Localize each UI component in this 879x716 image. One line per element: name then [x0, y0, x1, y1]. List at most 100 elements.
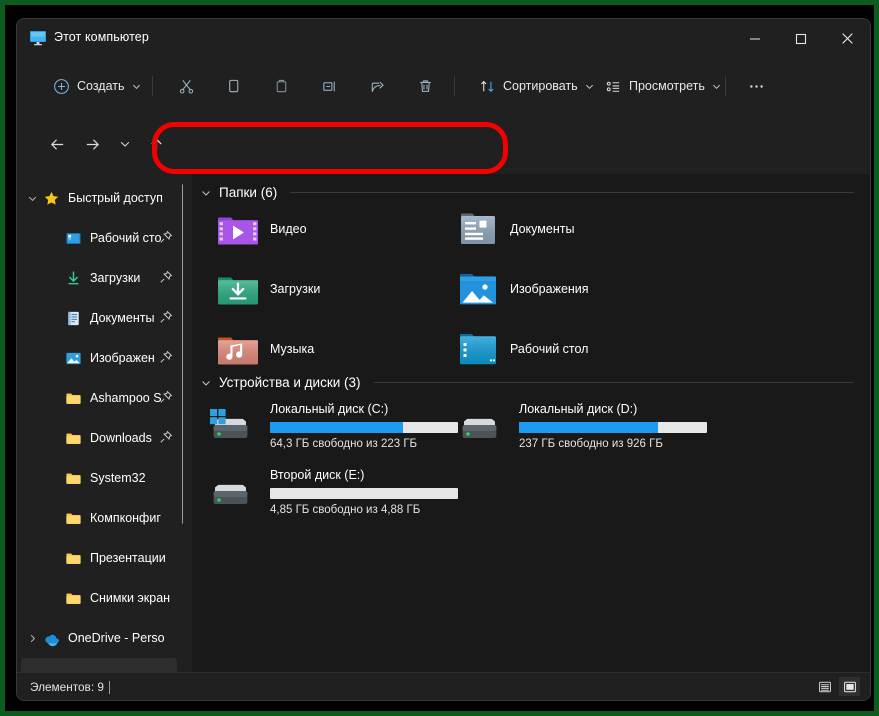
up-button[interactable]	[140, 128, 172, 160]
sidebar-item-9[interactable]: Презентации	[21, 538, 177, 578]
back-button[interactable]	[41, 128, 73, 160]
folder-item[interactable]: Видео	[217, 212, 307, 246]
copy-button[interactable]	[214, 68, 252, 104]
rename-icon	[320, 77, 338, 95]
folder-item-label: Документы	[510, 222, 575, 236]
sidebar-item-0[interactable]: Быстрый доступ	[21, 178, 177, 218]
drive-usage-bar	[270, 422, 458, 433]
chevron-down-icon	[200, 187, 212, 199]
drive-name: Второй диск (E:)	[270, 468, 365, 482]
folder-item[interactable]: Загрузки	[217, 272, 320, 306]
folders-section-header[interactable]: Папки (6)	[200, 185, 854, 200]
drives-section-title: Устройства и диски (3)	[219, 375, 361, 390]
sidebar-item-8[interactable]: Компконфиг	[21, 498, 177, 538]
folder-item[interactable]: Музыка	[217, 332, 314, 366]
share-icon	[368, 77, 386, 95]
sidebar-item-3[interactable]: Документы	[21, 298, 177, 338]
close-button[interactable]	[824, 19, 870, 58]
folder-icon	[66, 513, 81, 524]
recent-locations-button[interactable]	[109, 128, 141, 160]
sidebar-scrollbar-thumb[interactable]	[182, 184, 183, 524]
folder-item-label: Видео	[270, 222, 307, 236]
pictures-icon	[66, 352, 81, 364]
paste-button[interactable]	[262, 68, 300, 104]
sort-button[interactable]: Сортировать	[469, 68, 603, 104]
sidebar-expander[interactable]	[21, 193, 43, 204]
drives-section-header[interactable]: Устройства и диски (3)	[200, 375, 854, 390]
music-folder-icon	[218, 337, 258, 365]
sidebar-item-label: Ashampoo S	[90, 391, 162, 405]
sort-arrows-icon	[478, 77, 496, 95]
sidebar-item-label: Снимки экран	[90, 591, 171, 605]
sidebar-item-1[interactable]: Рабочий сто	[21, 218, 177, 258]
sidebar-item-11[interactable]: OneDrive - Perso	[21, 618, 177, 658]
sidebar-item-5[interactable]: Ashampoo S	[21, 378, 177, 418]
sidebar-item-7[interactable]: System32	[21, 458, 177, 498]
pictures-folder-icon	[460, 274, 496, 305]
sort-button-label: Сортировать	[503, 79, 578, 93]
folder-item-label: Музыка	[270, 342, 315, 356]
pin-icon[interactable]	[159, 430, 173, 444]
sidebar-item-6[interactable]: Downloads	[21, 418, 177, 458]
maximize-button[interactable]	[778, 19, 824, 58]
cut-button[interactable]	[167, 68, 205, 104]
drive-icon	[462, 418, 497, 438]
sidebar-expander[interactable]	[21, 633, 43, 644]
sidebar-item-12[interactable]: Этот компьютер	[21, 658, 177, 672]
drive-usage-bar	[270, 488, 458, 499]
pin-icon[interactable]	[159, 230, 173, 244]
navigation-pane: Быстрый доступ Рабочий сто Загрузки Докумен…	[17, 174, 183, 672]
rename-button[interactable]	[310, 68, 348, 104]
pin-icon[interactable]	[159, 270, 173, 284]
minimize-button[interactable]	[732, 19, 778, 58]
pin-icon[interactable]	[159, 310, 173, 324]
sidebar-item-label: OneDrive - Perso	[68, 631, 165, 645]
drive-free-space-label: 237 ГБ свободно из 926 ГБ	[519, 438, 663, 450]
window-title: Этот компьютер	[54, 30, 149, 44]
drive-usage-fill	[519, 422, 659, 433]
chevron-down-icon[interactable]	[27, 193, 38, 204]
folder-item[interactable]: Документы	[457, 212, 574, 246]
onedrive-icon	[45, 634, 59, 646]
large-icons-view-button[interactable]	[839, 677, 860, 696]
forward-button[interactable]	[76, 128, 108, 160]
chevron-right-icon[interactable]	[27, 633, 38, 644]
sidebar-item-label: Изображен	[90, 351, 155, 365]
more-options-button[interactable]	[735, 68, 777, 104]
command-bar: Создать Сортировать Просмотреть	[17, 58, 870, 114]
folder-icon	[66, 473, 81, 484]
drive-usage-fill	[270, 422, 404, 433]
folder-icon	[66, 593, 81, 604]
drive-free-space-label: 64,3 ГБ свободно из 223 ГБ	[270, 438, 418, 450]
view-button[interactable]: Просмотреть	[595, 68, 730, 104]
folders-section-title: Папки (6)	[219, 185, 278, 200]
folder-item[interactable]: Рабочий стол	[457, 332, 588, 366]
drive-name: Локальный диск (C:)	[270, 402, 389, 416]
section-divider	[290, 192, 854, 193]
sidebar-item-label: Рабочий сто	[90, 231, 162, 245]
navigation-bar: C:\Windows\SystemApps Поиск в: Этот комп…	[17, 114, 870, 258]
details-view-button[interactable]	[814, 677, 835, 696]
sidebar-item-2[interactable]: Загрузки	[21, 258, 177, 298]
ellipsis-icon	[747, 77, 765, 95]
toolbar-separator-2	[454, 76, 455, 96]
sidebar-item-4[interactable]: Изображен	[21, 338, 177, 378]
explorer-body: Быстрый доступ Рабочий сто Загрузки Докумен…	[17, 174, 870, 672]
share-button[interactable]	[358, 68, 396, 104]
sidebar-item-10[interactable]: Снимки экран	[21, 578, 177, 618]
videos-folder-icon	[218, 217, 258, 245]
title-bar: Этот компьютер	[17, 19, 870, 58]
sidebar-item-label: Загрузки	[90, 271, 141, 285]
status-separator	[109, 681, 110, 694]
documents-icon	[68, 311, 79, 325]
pin-icon[interactable]	[159, 390, 173, 404]
desktop-background: Этот компьютер Создать Сортировать Просм…	[5, 5, 874, 711]
drive-icon	[213, 484, 248, 504]
delete-button[interactable]	[406, 68, 444, 104]
chevron-down-icon	[132, 84, 140, 89]
new-button[interactable]: Создать	[43, 68, 150, 104]
toolbar-separator	[152, 76, 153, 96]
pin-icon[interactable]	[159, 350, 173, 364]
folder-item-label: Загрузки	[270, 282, 321, 296]
folder-item[interactable]: Изображения	[457, 272, 589, 306]
